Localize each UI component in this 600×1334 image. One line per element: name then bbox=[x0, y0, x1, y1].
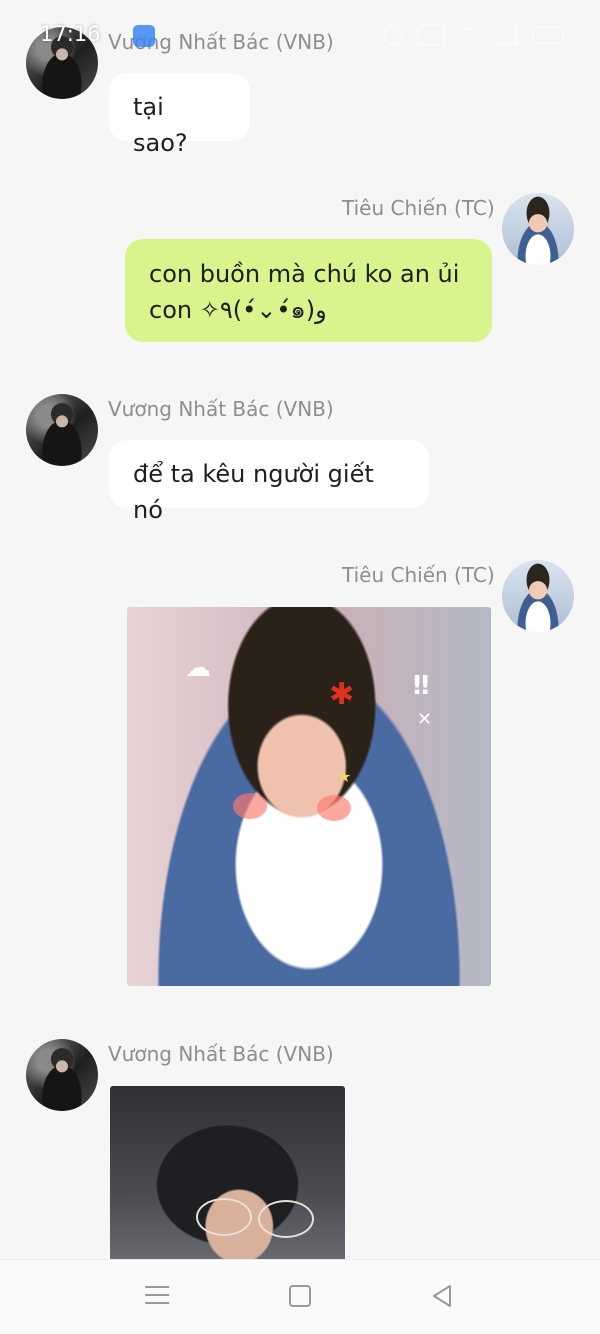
blush-right bbox=[317, 795, 351, 821]
message-text-line: con ✧٩(•́⌄•́๑)و bbox=[149, 296, 327, 324]
home-icon[interactable] bbox=[286, 1282, 314, 1310]
system-nav-bar bbox=[0, 1259, 600, 1334]
status-icons bbox=[383, 24, 564, 46]
alarm-icon bbox=[383, 25, 403, 45]
glasses-left bbox=[196, 1198, 252, 1236]
message-text-line: con buồn mà chú ko an ủi bbox=[149, 260, 460, 288]
glasses-right bbox=[258, 1200, 314, 1238]
menu-icon[interactable] bbox=[143, 1282, 171, 1310]
battery-icon bbox=[532, 26, 564, 44]
message-bubble-incoming[interactable]: tại sao? bbox=[109, 73, 250, 157]
doodle-marks-icon: ‼ bbox=[413, 671, 430, 701]
doodle-star-icon: ★ bbox=[337, 767, 352, 786]
wifi-icon bbox=[459, 26, 479, 44]
doodle-x-icon: ✕ bbox=[417, 709, 433, 730]
message-text: tại sao? bbox=[133, 93, 188, 157]
signal-icon bbox=[493, 25, 518, 45]
sender-name: Tiêu Chiến (TC) bbox=[342, 196, 495, 220]
message-bubble-outgoing[interactable]: con buồn mà chú ko an ủi con ✧٩(•́⌄•́๑)و bbox=[125, 239, 492, 342]
back-icon[interactable] bbox=[428, 1282, 456, 1310]
sender-name: Vương Nhất Bác (VNB) bbox=[108, 397, 334, 421]
message-bubble-incoming[interactable]: để ta kêu người giết nó bbox=[109, 440, 429, 524]
blush-left bbox=[233, 793, 267, 819]
data-speed-icon bbox=[417, 24, 445, 46]
doodle-cloud-icon: ☁ bbox=[185, 653, 211, 683]
avatar-vnb[interactable] bbox=[26, 27, 98, 99]
anger-mark-icon: ✱ bbox=[329, 677, 355, 712]
sender-name: Tiêu Chiến (TC) bbox=[342, 563, 495, 587]
sender-name: Vương Nhất Bác (VNB) bbox=[108, 1042, 334, 1066]
sender-name: Vương Nhất Bác (VNB) bbox=[108, 30, 334, 54]
sticker-photo-angry[interactable]: ☁ ✱ ‼ ✕ ★ bbox=[127, 607, 491, 986]
avatar-tc[interactable] bbox=[502, 193, 574, 265]
avatar-vnb[interactable] bbox=[26, 1039, 98, 1111]
avatar-tc[interactable] bbox=[502, 560, 574, 632]
avatar-vnb[interactable] bbox=[26, 394, 98, 466]
portrait-photo[interactable] bbox=[110, 1086, 345, 1266]
message-text: để ta kêu người giết nó bbox=[133, 460, 374, 524]
